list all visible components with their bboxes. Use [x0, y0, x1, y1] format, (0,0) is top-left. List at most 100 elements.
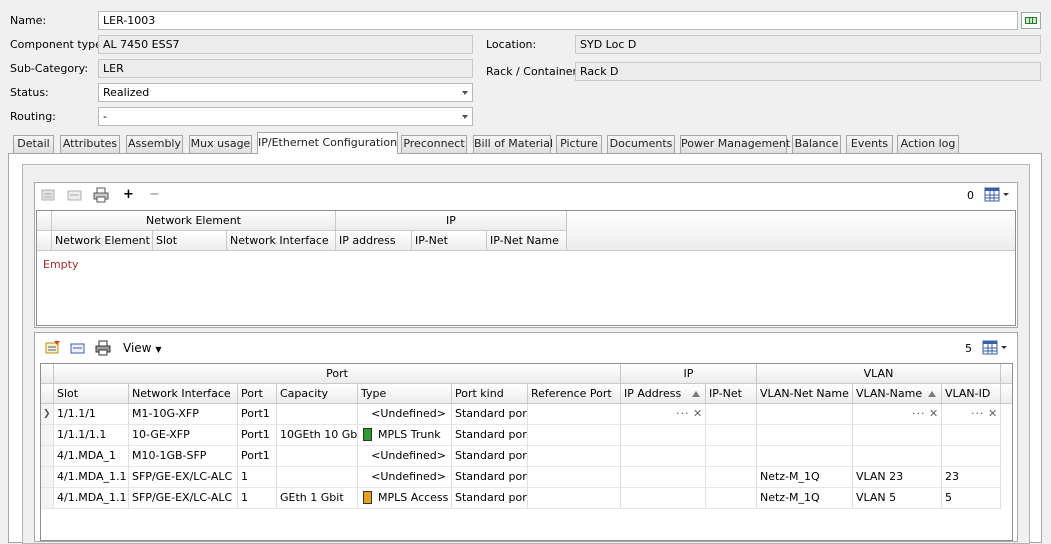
ip-address-cell[interactable] — [621, 488, 706, 509]
current-row-indicator-icon[interactable]: ❯ — [41, 404, 54, 425]
table-row[interactable]: 4/1.MDA_1.1 SFP/GE-EX/LC-ALC 1 <Undefined> S… — [41, 467, 1012, 488]
capacity-cell[interactable] — [277, 467, 358, 488]
column-ip-address[interactable]: IP Address — [621, 384, 706, 404]
row-selector[interactable] — [41, 467, 54, 488]
column-vlan-id[interactable]: VLAN-ID — [942, 384, 1001, 404]
remove-icon[interactable]: − — [149, 187, 160, 202]
type-cell[interactable]: <Undefined> — [358, 404, 452, 425]
capacity-cell[interactable]: 10GEth 10 Gbit — [277, 425, 358, 446]
name-action-icon[interactable] — [1021, 12, 1041, 29]
row-selector[interactable] — [41, 425, 54, 446]
filter-icon[interactable] — [41, 187, 57, 203]
filter-icon[interactable] — [45, 340, 61, 356]
column-ip-net[interactable]: IP-Net — [412, 231, 487, 251]
ip-net-cell[interactable] — [706, 425, 757, 446]
type-cell[interactable]: <Undefined> — [358, 467, 452, 488]
vlan-net-name-cell[interactable] — [757, 446, 853, 467]
port-cell[interactable]: 1 — [238, 488, 277, 509]
capacity-cell[interactable] — [277, 404, 358, 425]
network-interface-cell[interactable]: SFP/GE-EX/LC-ALC — [129, 488, 238, 509]
port-cell[interactable]: Port1 — [238, 404, 277, 425]
vlan-id-cell[interactable] — [942, 425, 1001, 446]
port-kind-cell[interactable]: Standard port — [452, 467, 528, 488]
column-reference-port[interactable]: Reference Port — [528, 384, 621, 404]
vlan-net-name-cell[interactable]: Netz-M_1Q — [757, 488, 853, 509]
network-interface-cell[interactable]: M10-1GB-SFP — [129, 446, 238, 467]
capacity-cell[interactable] — [277, 446, 358, 467]
ip-address-cell[interactable] — [621, 425, 706, 446]
table-row[interactable]: 1/1.1/1.1 10-GE-XFP Port1 10GEth 10 Gbit MPL… — [41, 425, 1012, 446]
ellipsis-button[interactable]: ··· — [971, 407, 985, 420]
ip-address-cell[interactable] — [621, 446, 706, 467]
port-kind-cell[interactable]: Standard port — [452, 446, 528, 467]
slot-cell[interactable]: 4/1.MDA_1.1 — [54, 488, 129, 509]
status-select[interactable]: Realized — [98, 83, 473, 102]
ip-net-cell[interactable] — [706, 488, 757, 509]
vlan-net-name-cell[interactable]: Netz-M_1Q — [757, 467, 853, 488]
ip-net-cell[interactable] — [706, 404, 757, 425]
name-field[interactable]: LER-1003 — [98, 11, 1018, 30]
tab-action-log[interactable]: Action log — [897, 135, 959, 153]
ip-net-cell[interactable] — [706, 467, 757, 488]
column-slot[interactable]: Slot — [54, 384, 129, 404]
clear-icon[interactable]: ✕ — [693, 407, 702, 420]
tab-bill-of-material[interactable]: Bill of Material — [473, 135, 553, 153]
tab-detail[interactable]: Detail — [13, 135, 54, 153]
tab-attributes[interactable]: Attributes — [60, 135, 120, 153]
column-slot[interactable]: Slot — [153, 231, 227, 251]
type-cell[interactable]: <Undefined> — [358, 446, 452, 467]
tab-mux-usage[interactable]: Mux usage — [189, 135, 252, 153]
column-network-interface[interactable]: Network Interface — [227, 231, 336, 251]
edit-icon[interactable] — [67, 187, 83, 203]
ellipsis-button[interactable]: ··· — [912, 407, 926, 420]
vlan-id-cell[interactable]: 5 — [942, 488, 1001, 509]
port-cell[interactable]: Port1 — [238, 446, 277, 467]
column-chooser-icon[interactable] — [981, 339, 1009, 357]
reference-port-cell[interactable] — [528, 425, 621, 446]
add-icon[interactable]: + — [123, 187, 134, 202]
tab-preconnect[interactable]: Preconnect — [401, 135, 467, 153]
column-ip-address[interactable]: IP address — [336, 231, 412, 251]
capacity-cell[interactable]: GEth 1 Gbit — [277, 488, 358, 509]
column-port-kind[interactable]: Port kind — [452, 384, 528, 404]
network-interface-cell[interactable]: 10-GE-XFP — [129, 425, 238, 446]
port-kind-cell[interactable]: Standard port — [452, 488, 528, 509]
row-selector[interactable] — [41, 488, 54, 509]
reference-port-cell[interactable] — [528, 446, 621, 467]
row-selector[interactable] — [41, 446, 54, 467]
clear-icon[interactable]: ✕ — [929, 407, 938, 420]
network-interface-cell[interactable]: SFP/GE-EX/LC-ALC — [129, 467, 238, 488]
view-menu[interactable]: View ▼ — [123, 341, 161, 355]
slot-cell[interactable]: 1/1.1/1.1 — [54, 425, 129, 446]
column-port[interactable]: Port — [238, 384, 277, 404]
reference-port-cell[interactable] — [528, 404, 621, 425]
reference-port-cell[interactable] — [528, 488, 621, 509]
column-type[interactable]: Type — [358, 384, 452, 404]
port-cell[interactable]: 1 — [238, 467, 277, 488]
tab-picture[interactable]: Picture — [556, 135, 602, 153]
column-ip-net-name[interactable]: IP-Net Name — [487, 231, 567, 251]
column-vlan-net-name[interactable]: VLAN-Net Name — [757, 384, 853, 404]
port-cell[interactable]: Port1 — [238, 425, 277, 446]
tab-power-management[interactable]: Power Management — [680, 135, 790, 153]
type-cell[interactable]: MPLS Access — [358, 488, 452, 509]
table-row[interactable]: ❯ 1/1.1/1 M1-10G-XFP Port1 <Undefined> Standa… — [41, 404, 1012, 425]
tab-assembly[interactable]: Assembly — [126, 135, 183, 153]
slot-cell[interactable]: 1/1.1/1 — [54, 404, 129, 425]
port-kind-cell[interactable]: Standard port — [452, 404, 528, 425]
edit-icon[interactable] — [70, 340, 86, 356]
slot-cell[interactable]: 4/1.MDA_1.1 — [54, 467, 129, 488]
column-vlan-name[interactable]: VLAN-Name — [853, 384, 942, 404]
tab-balance[interactable]: Balance — [792, 135, 841, 153]
table-row[interactable]: 4/1.MDA_1.1 SFP/GE-EX/LC-ALC 1 GEth 1 Gbit M… — [41, 488, 1012, 509]
vlan-name-cell[interactable] — [853, 425, 942, 446]
routing-select[interactable]: - — [98, 107, 473, 126]
print-icon[interactable] — [93, 187, 109, 203]
network-interface-cell[interactable]: M1-10G-XFP — [129, 404, 238, 425]
tab-documents[interactable]: Documents — [607, 135, 675, 153]
ip-net-cell[interactable] — [706, 446, 757, 467]
column-network-interface[interactable]: Network Interface — [129, 384, 238, 404]
vlan-name-cell[interactable]: VLAN 23 — [853, 467, 942, 488]
column-chooser-icon[interactable] — [983, 186, 1011, 204]
tab-ip-ethernet-configuration[interactable]: IP/Ethernet Configuration — [257, 132, 398, 154]
